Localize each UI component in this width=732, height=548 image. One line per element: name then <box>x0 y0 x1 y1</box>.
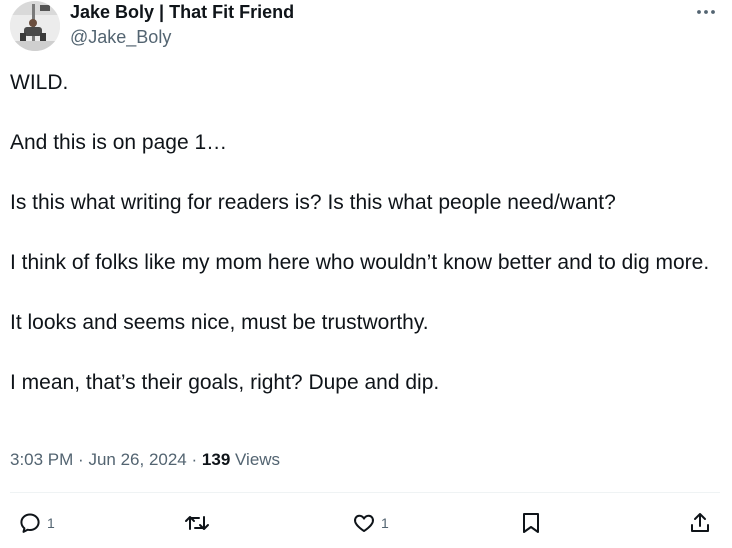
tweet-paragraph: Is this what writing for readers is? Is … <box>10 191 616 214</box>
tweet-paragraph: And this is on page 1… <box>10 131 228 154</box>
more-dots-icon <box>697 10 715 14</box>
retweet-button[interactable] <box>184 510 210 536</box>
reply-button[interactable]: 1 <box>18 510 55 536</box>
tweet-date[interactable]: Jun 26, 2024 <box>88 450 186 469</box>
more-button[interactable] <box>692 2 720 22</box>
tweet-meta: 3:03 PM · Jun 26, 2024 · 139 Views <box>10 450 280 470</box>
tweet-text: WILD. And this is on page 1… Is this wha… <box>10 68 710 398</box>
author-handle[interactable]: @Jake_Boly <box>70 27 171 48</box>
views-label: Views <box>235 450 281 469</box>
reply-count: 1 <box>47 515 55 531</box>
avatar-image <box>10 1 60 51</box>
retweet-icon <box>185 516 209 530</box>
share-icon <box>691 513 709 532</box>
like-count: 1 <box>381 515 389 531</box>
tweet-time[interactable]: 3:03 PM <box>10 450 73 469</box>
like-button[interactable]: 1 <box>352 510 389 536</box>
views-count: 139 <box>201 450 231 469</box>
meta-separator: · <box>191 450 198 469</box>
heart-icon <box>354 514 374 532</box>
tweet-paragraph: I think of folks like my mom here who wo… <box>10 251 710 274</box>
bookmark-icon <box>523 513 539 533</box>
reply-icon <box>20 513 40 533</box>
tweet-paragraph: I mean, that’s their goals, right? Dupe … <box>10 371 440 394</box>
tweet-paragraph: WILD. <box>10 71 69 94</box>
meta-separator: · <box>78 450 84 469</box>
author-name[interactable]: Jake Boly | That Fit Friend <box>70 2 294 23</box>
tweet-paragraph: It looks and seems nice, must be trustwo… <box>10 311 429 334</box>
tweet: Jake Boly | That Fit Friend @Jake_Boly W… <box>0 0 732 548</box>
share-button[interactable] <box>688 510 712 536</box>
divider <box>10 492 720 493</box>
avatar[interactable] <box>10 1 60 51</box>
bookmark-button[interactable] <box>520 510 542 536</box>
